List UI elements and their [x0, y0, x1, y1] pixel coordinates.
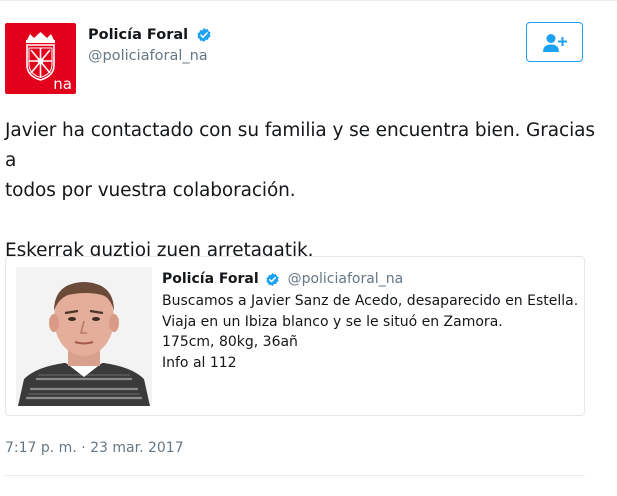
- quoted-author-name: Policía Foral: [162, 271, 259, 287]
- quoted-tweet-line: Info al 112: [162, 354, 237, 371]
- tweet-text: Javier ha contactado con su familia y se…: [5, 116, 605, 266]
- quoted-tweet-text: Buscamos a Javier Sanz de Acedo, desapar…: [162, 291, 582, 373]
- author-info: Policía Foral @policiaforal_na: [88, 24, 212, 64]
- avatar-label: na: [53, 75, 72, 93]
- bottom-divider: [5, 475, 585, 476]
- missing-person-photo: [16, 267, 152, 406]
- author-handle[interactable]: @policiaforal_na: [88, 48, 212, 64]
- follow-button[interactable]: [526, 22, 583, 62]
- quoted-tweet-line: Buscamos a Javier Sanz de Acedo, desapar…: [162, 293, 579, 309]
- avatar[interactable]: na: [5, 23, 76, 94]
- tweet-line: todos por vuestra colaboración.: [5, 180, 296, 201]
- top-divider: [0, 0, 617, 1]
- quoted-author-handle: @policiaforal_na: [287, 271, 404, 287]
- add-user-icon: [543, 34, 567, 52]
- quoted-tweet-content: Policía Foral @policiaforal_na Buscamos …: [162, 269, 582, 373]
- quoted-tweet-card[interactable]: Policía Foral @policiaforal_na Buscamos …: [5, 256, 585, 416]
- quoted-tweet-header: Policía Foral @policiaforal_na: [162, 269, 582, 289]
- quoted-tweet-line: Viaja en un Ibiza blanco y se le situó e…: [162, 313, 503, 330]
- verified-badge-icon: [197, 27, 211, 42]
- quoted-tweet-line: 175cm, 80kg, 36añ: [162, 334, 298, 350]
- tweet-line: Javier ha contactado con su familia y se…: [5, 120, 595, 171]
- tweet-timestamp[interactable]: 7:17 p. m. · 23 mar. 2017: [5, 440, 184, 456]
- person-photo-icon: [16, 267, 152, 406]
- verified-badge-icon: [266, 272, 279, 286]
- author-display-name[interactable]: Policía Foral: [88, 27, 188, 43]
